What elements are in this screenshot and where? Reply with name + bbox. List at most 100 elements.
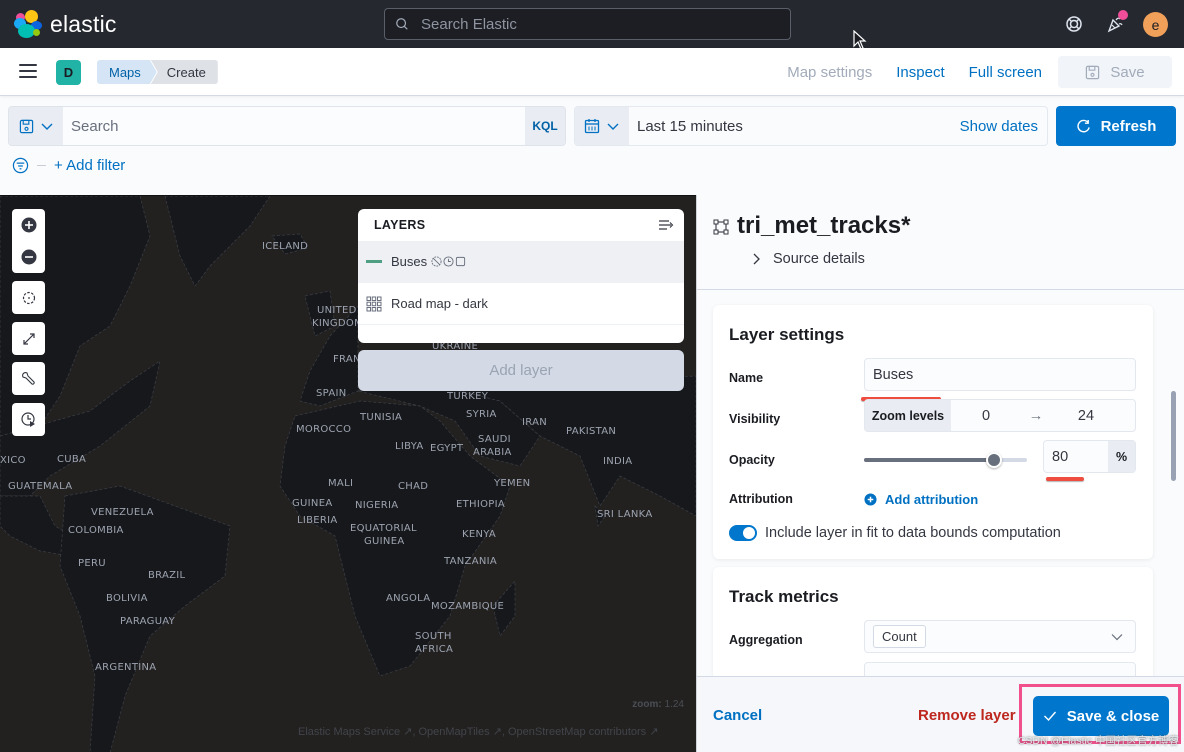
attribution-link[interactable]: OpenMapTiles (418, 726, 489, 738)
save-and-close-button[interactable]: Save & close (1033, 696, 1169, 736)
fit-to-data-button[interactable] (12, 322, 45, 355)
map-label: GUINEA (292, 498, 333, 509)
layer-item-road-map[interactable]: Road map - dark (358, 283, 684, 325)
divider (37, 165, 46, 166)
map-canvas[interactable]: ICELAND UNITED KINGDOM FRAN SPAIN MOROCC… (0, 195, 696, 752)
cancel-button[interactable]: Cancel (713, 707, 762, 724)
show-dates-link[interactable]: Show dates (960, 118, 1038, 135)
attribution-link[interactable]: OpenStreetMap contributors (508, 726, 646, 738)
watermark: CSDN @Elastic 中国社区官方博客 (1017, 735, 1179, 747)
chevron-right-icon (753, 253, 760, 265)
layer-item-buses[interactable]: Buses (358, 241, 684, 283)
help-icon[interactable] (1062, 12, 1086, 36)
chevron-down-icon (1111, 633, 1123, 640)
map-label: VENEZUELA (91, 507, 154, 518)
save-icon (19, 119, 33, 133)
map-label: INDIA (603, 456, 633, 467)
query-language-button[interactable]: KQL (525, 107, 565, 145)
quick-date-button[interactable] (575, 107, 629, 145)
tile-grid-icon (366, 296, 382, 311)
map-label: SAUDI (478, 434, 511, 445)
query-bar: KQL (8, 106, 566, 146)
expand-icon (22, 332, 35, 345)
timeslider-button[interactable] (12, 403, 45, 436)
custom-label-input[interactable] (864, 662, 1136, 676)
space-avatar[interactable]: D (56, 60, 81, 85)
map-label: EGYPT (430, 443, 464, 454)
attribution-link[interactable]: Elastic Maps Service (298, 726, 400, 738)
saved-query-button[interactable] (9, 107, 63, 145)
map-settings-link[interactable]: Map settings (787, 64, 872, 81)
remove-layer-button[interactable]: Remove layer (918, 707, 1016, 724)
collapse-panel-icon[interactable] (658, 218, 674, 232)
map-label: ANGOLA (386, 593, 431, 604)
zoom-out-icon[interactable] (21, 249, 37, 265)
layer-name: Buses (391, 254, 428, 269)
zoom-label: zoom: (632, 699, 662, 710)
panel-header: tri_met_tracks* Source details (697, 195, 1184, 290)
time-range-text[interactable]: Last 15 minutes (637, 118, 960, 135)
query-search-input[interactable] (63, 107, 525, 145)
timeslider-icon (21, 412, 35, 427)
save-icon (1086, 65, 1100, 79)
zoom-controls (12, 209, 45, 273)
menu-icon[interactable] (19, 64, 37, 78)
map-label: KENYA (462, 529, 497, 540)
map-label: COLOMBIA (68, 525, 124, 536)
map-label: UNITED (317, 305, 357, 316)
set-view-button[interactable] (12, 281, 45, 314)
map-label: PAKISTAN (566, 426, 617, 437)
global-search-input[interactable] (421, 15, 761, 33)
add-layer-button[interactable]: Add layer (358, 350, 684, 391)
tools-button[interactable] (12, 362, 45, 395)
elastic-logo[interactable]: elastic (14, 10, 117, 38)
aggregation-value: Count (873, 625, 926, 648)
save-button[interactable]: Save (1058, 56, 1172, 88)
map-label: SOUTH (415, 631, 452, 642)
layer-status-icons (431, 256, 466, 267)
user-avatar[interactable]: e (1143, 12, 1168, 37)
save-label: Save (1110, 63, 1145, 81)
zoom-max-input[interactable]: 24 (1051, 408, 1121, 424)
source-details-toggle[interactable]: Source details (751, 251, 865, 267)
panel-scroll-area: Layer settings Name Buses Visibility Zoo… (697, 291, 1184, 676)
layer-settings-heading: Layer settings (729, 325, 845, 344)
source-details-label: Source details (773, 251, 865, 267)
zoom-filter-icon (431, 256, 442, 267)
refresh-button[interactable]: Refresh (1056, 106, 1176, 146)
map-label: CUBA (57, 454, 87, 465)
opacity-slider-thumb[interactable] (986, 452, 1003, 468)
inspect-link[interactable]: Inspect (896, 64, 944, 81)
notification-dot (1118, 10, 1128, 20)
map-label: ICELAND (262, 241, 309, 252)
opacity-input[interactable]: 80 % (1043, 440, 1136, 473)
fit-bounds-toggle[interactable] (729, 525, 757, 541)
plus-in-circle-icon (864, 493, 877, 506)
full-screen-link[interactable]: Full screen (969, 64, 1042, 81)
aggregation-select[interactable]: Count (864, 620, 1136, 653)
attribution-label: Attribution (729, 492, 793, 506)
layer-name-input[interactable]: Buses (864, 358, 1136, 391)
zoom-in-icon[interactable] (21, 217, 37, 233)
save-and-close-label: Save & close (1066, 707, 1160, 725)
brand-name: elastic (50, 10, 117, 37)
map-label: NIGERIA (355, 500, 399, 511)
add-filter-button[interactable]: + Add filter (54, 157, 125, 174)
global-search[interactable] (384, 8, 791, 40)
opacity-slider[interactable] (864, 452, 1027, 468)
map-label: ETHIOPIA (456, 499, 505, 510)
aggregation-label: Aggregation (729, 633, 803, 647)
map-label: SPAIN (316, 388, 347, 399)
square-icon (456, 256, 466, 267)
panel-scrollbar[interactable] (1171, 391, 1176, 481)
add-attribution-button[interactable]: Add attribution (864, 492, 978, 507)
refresh-label: Refresh (1100, 117, 1157, 135)
filter-icon[interactable] (12, 157, 29, 174)
map-label: TUNISIA (360, 412, 403, 423)
breadcrumb-maps[interactable]: Maps (97, 60, 157, 84)
refresh-icon (1076, 119, 1090, 132)
clock-icon (443, 256, 454, 267)
zoom-min-input[interactable]: 0 (951, 408, 1021, 424)
panel-title: tri_met_tracks* (737, 212, 911, 239)
layer-control-panel: LAYERS Buses Road map - dark (358, 209, 684, 343)
